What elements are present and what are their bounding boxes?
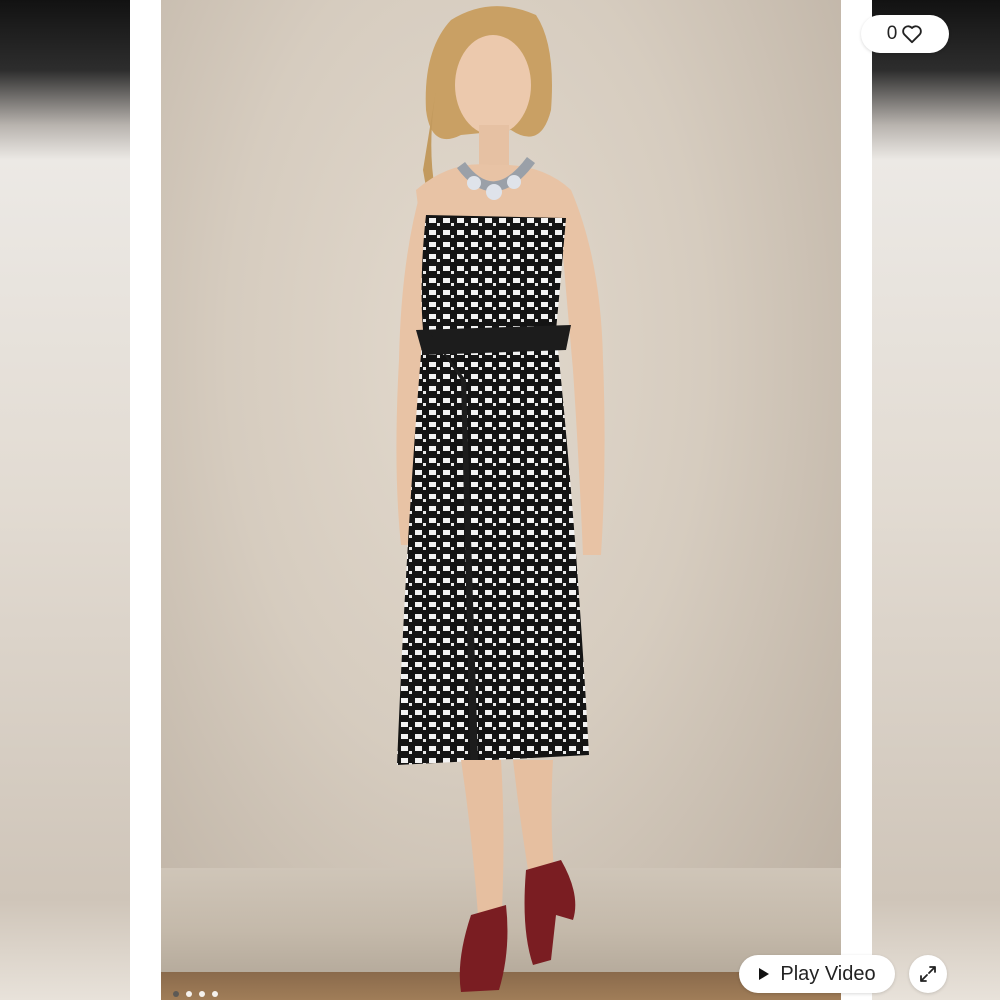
play-icon <box>759 968 770 980</box>
play-video-label: Play Video <box>780 962 876 985</box>
like-button[interactable]: 0 <box>861 15 949 53</box>
backdrop-right <box>872 0 1000 1000</box>
pagination-dot[interactable] <box>186 991 192 997</box>
model-figure <box>396 6 605 992</box>
like-count: 0 <box>886 23 898 44</box>
heart-icon <box>902 25 923 44</box>
expand-button[interactable] <box>909 955 947 993</box>
product-photo[interactable] <box>161 0 841 1000</box>
pagination-dot[interactable] <box>212 991 218 997</box>
play-video-button[interactable]: Play Video <box>739 955 895 993</box>
image-frame: 0 Play Video <box>130 0 949 1000</box>
expand-icon <box>920 966 936 982</box>
gallery-pagination <box>173 991 218 999</box>
pagination-dot[interactable] <box>173 991 179 997</box>
pagination-dot[interactable] <box>199 991 205 997</box>
backdrop-left <box>0 0 130 1000</box>
